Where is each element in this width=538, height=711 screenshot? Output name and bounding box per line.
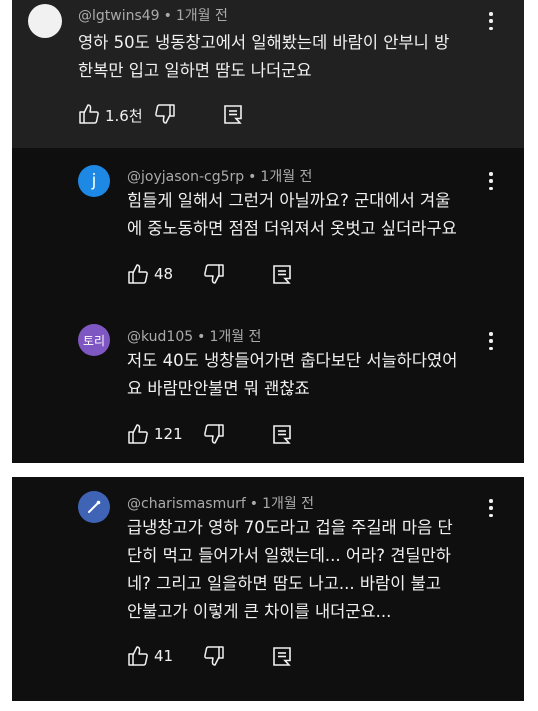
comment-meta: @lgtwins49 • 1개월 전 — [78, 8, 228, 24]
thumbs-down-icon — [204, 646, 224, 666]
comment-text: 영하 50도 냉동창고에서 일해봤는데 바람이 안부니 방 한복만 입고 일하면… — [78, 29, 449, 85]
reply-button[interactable] — [271, 263, 293, 285]
reply-icon — [273, 425, 291, 444]
reply-icon — [273, 647, 291, 666]
like-button[interactable] — [127, 263, 149, 285]
more-options-icon[interactable] — [489, 172, 493, 190]
dislike-button[interactable] — [154, 103, 176, 125]
more-options-icon[interactable] — [489, 12, 493, 30]
comment-text-line: 힘들게 일해서 그런거 아닐까요? 군대에서 겨울 — [127, 191, 451, 210]
comment-text: 저도 40도 냉창들어가면 춥다보단 서늘하다였어 요 바람만안불면 뭐 괜찮죠 — [127, 347, 457, 403]
like-button[interactable] — [127, 423, 149, 445]
thumbs-up-icon — [128, 264, 148, 284]
thumbs-down-icon — [204, 264, 224, 284]
reply-icon — [273, 265, 291, 284]
avatar[interactable]: 토리 — [78, 324, 110, 356]
comment-actions: 1.6천 — [78, 103, 278, 127]
comment-actions: 48 — [127, 263, 327, 287]
more-options-icon[interactable] — [489, 332, 493, 350]
comment-text: 힘들게 일해서 그런거 아닐까요? 군대에서 겨울 에 중노동하면 점점 더워져… — [127, 187, 457, 243]
comment-time: 1개월 전 — [262, 496, 315, 512]
comment-text-line: 요 바람만안불면 뭐 괜찮죠 — [127, 379, 310, 398]
thumbs-down-icon — [155, 104, 175, 124]
thumbs-down-icon — [204, 424, 224, 444]
avatar[interactable] — [78, 491, 110, 523]
thumbs-up-icon — [128, 646, 148, 666]
comment-text-line: 안불고가 이렇게 큰 차이를 내더군요... — [127, 602, 392, 621]
comment-text-line: 저도 40도 냉창들어가면 춥다보단 서늘하다였어 — [127, 351, 458, 370]
thumbs-up-icon — [128, 424, 148, 444]
comment-meta: @charismasmurf • 1개월 전 — [127, 496, 315, 512]
avatar[interactable]: j — [78, 165, 110, 197]
comment-author[interactable]: @lgtwins49 — [78, 8, 160, 24]
like-button[interactable] — [127, 645, 149, 667]
like-count: 1.6천 — [105, 107, 143, 125]
comet-icon — [88, 500, 101, 513]
comment-author[interactable]: @charismasmurf — [127, 496, 246, 512]
comment-actions: 41 — [127, 645, 327, 669]
comment-text-line: 네? 그리고 일을하면 땀도 나고... 바람이 불고 — [127, 574, 442, 593]
comment-time: 1개월 전 — [209, 329, 262, 345]
like-count: 121 — [154, 425, 183, 443]
comment-text: 급냉창고가 영하 70도라고 겁을 주길래 마음 단 단히 먹고 들어가서 일했… — [127, 514, 453, 626]
reply-button[interactable] — [271, 423, 293, 445]
comment-text-line: 한복만 입고 일하면 땀도 나더군요 — [78, 61, 312, 80]
reply-icon — [224, 105, 242, 124]
dislike-button[interactable] — [203, 263, 225, 285]
dislike-button[interactable] — [203, 645, 225, 667]
like-button[interactable] — [78, 103, 100, 125]
comment-text-line: 급냉창고가 영하 70도라고 겁을 주길래 마음 단 — [127, 518, 453, 537]
comment-text-line: 에 중노동하면 점점 더워져서 옷벗고 싶더라구요 — [127, 219, 457, 238]
comment-time: 1개월 전 — [260, 169, 313, 185]
more-options-icon[interactable] — [489, 499, 493, 517]
avatar[interactable] — [28, 4, 62, 38]
comment-author[interactable]: @joyjason-cg5rp — [127, 169, 244, 185]
comment-actions: 121 — [127, 423, 327, 447]
like-count: 41 — [154, 647, 174, 665]
comment-time: 1개월 전 — [175, 8, 228, 24]
thumbs-up-icon — [79, 104, 99, 124]
comment-text-line: 단히 먹고 들어가서 일했는데... 어라? 견딜만하 — [127, 546, 451, 565]
comment-author[interactable]: @kud105 — [127, 329, 193, 345]
comment-meta: @kud105 • 1개월 전 — [127, 329, 262, 345]
comment-meta: @joyjason-cg5rp • 1개월 전 — [127, 169, 313, 185]
reply-button[interactable] — [222, 103, 244, 125]
dislike-button[interactable] — [203, 423, 225, 445]
like-count: 48 — [154, 265, 174, 283]
reply-button[interactable] — [271, 645, 293, 667]
comment-text-line: 영하 50도 냉동창고에서 일해봤는데 바람이 안부니 방 — [78, 33, 450, 52]
